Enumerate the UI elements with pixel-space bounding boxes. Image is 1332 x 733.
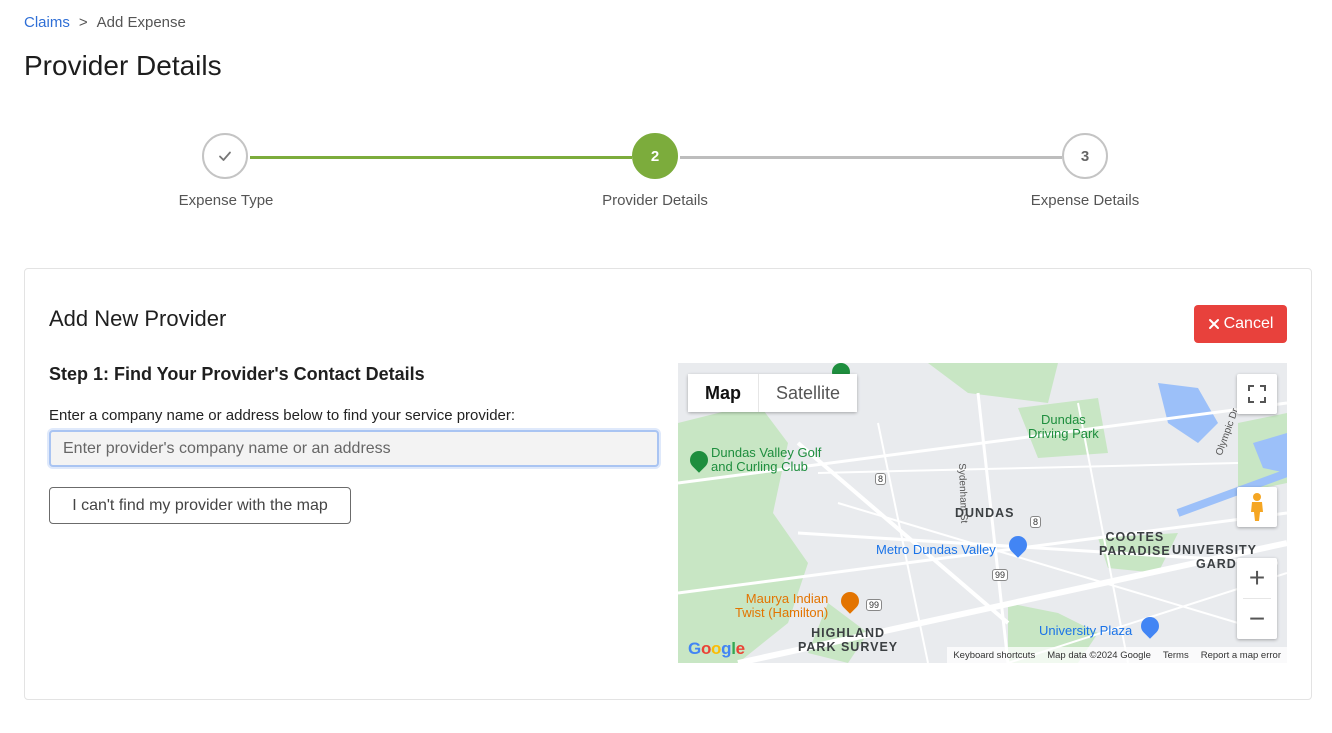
search-prompt: Enter a company name or address below to… — [49, 407, 516, 424]
map-type-control: Map Satellite — [688, 374, 858, 412]
map-type-map-button[interactable]: Map — [688, 374, 759, 412]
close-icon — [1208, 319, 1219, 329]
map-place-highland[interactable]: HIGHLAND — [798, 626, 898, 640]
zoom-out-button[interactable]: − — [1237, 599, 1277, 639]
map-place-cootes[interactable]: COOTES — [1099, 530, 1171, 544]
provider-search-input[interactable] — [49, 430, 659, 467]
terms-link[interactable]: Terms — [1163, 650, 1189, 661]
progress-stepper: 2 3 Expense Type Provider Details Expens… — [0, 130, 1332, 220]
step-2-label: Provider Details — [602, 192, 708, 209]
route-99-shield-west: 99 — [866, 599, 883, 611]
route-99-shield: 99 — [992, 569, 1009, 581]
step-1-circle — [202, 133, 248, 179]
map-road-sydenham: Sydenham St — [956, 463, 970, 524]
step-heading: Step 1: Find Your Provider's Contact Det… — [49, 364, 425, 384]
cant-find-provider-button[interactable]: I can't find my provider with the map — [49, 487, 351, 524]
map-place-highland-line2[interactable]: PARK SURVEY — [798, 640, 898, 654]
fullscreen-button[interactable] — [1237, 374, 1277, 414]
route-8-shield-east: 8 — [1030, 516, 1042, 528]
zoom-control: + − — [1237, 558, 1277, 639]
map-view[interactable]: Dundas Driving Park Dundas Valley Golf a… — [678, 363, 1287, 663]
street-view-button[interactable] — [1237, 487, 1277, 527]
add-provider-card: Add New Provider Cancel Step 1: Find You… — [24, 268, 1312, 700]
breadcrumb-claims-link[interactable]: Claims — [24, 14, 70, 31]
plus-icon: + — [1248, 562, 1266, 593]
map-place-golf-club[interactable]: Dundas Valley Golf — [711, 446, 821, 460]
map-place-university[interactable]: UNIVERSITY — [1172, 543, 1257, 557]
step-3-circle: 3 — [1062, 133, 1108, 179]
card-title: Add New Provider — [49, 306, 227, 331]
map-place-cootes-line2[interactable]: PARADISE — [1099, 544, 1171, 558]
map-type-satellite-button[interactable]: Satellite — [759, 374, 858, 412]
breadcrumb-current: Add Expense — [96, 14, 186, 31]
cancel-button[interactable]: Cancel — [1194, 305, 1287, 343]
route-8-shield: 8 — [875, 473, 887, 485]
zoom-in-button[interactable]: + — [1237, 558, 1277, 598]
map-place-university-plaza[interactable]: University Plaza — [1039, 624, 1132, 638]
map-place-metro[interactable]: Metro Dundas Valley — [876, 543, 996, 557]
keyboard-shortcuts-link[interactable]: Keyboard shortcuts — [953, 650, 1035, 661]
map-data-text: Map data ©2024 Google — [1047, 649, 1151, 661]
breadcrumb-separator: > — [78, 14, 88, 31]
cancel-button-label: Cancel — [1223, 315, 1274, 332]
checkmark-icon — [219, 151, 231, 161]
stepper-line-completed — [250, 156, 632, 159]
map-place-maurya[interactable]: Maurya Indian — [735, 592, 828, 606]
map-place-golf-club-line2[interactable]: and Curling Club — [711, 460, 821, 474]
google-logo[interactable]: Google — [688, 639, 745, 659]
step-1-label: Expense Type — [178, 192, 274, 209]
page-title: Provider Details — [24, 50, 222, 81]
step-3-label: Expense Details — [1030, 192, 1140, 209]
pegman-icon — [1251, 493, 1263, 521]
map-attribution: Keyboard shortcuts Map data ©2024 Google… — [947, 647, 1287, 663]
step-2-circle: 2 — [632, 133, 678, 179]
fullscreen-icon — [1248, 385, 1266, 403]
report-map-error-link[interactable]: Report a map error — [1201, 650, 1281, 661]
map-place-dundas-driving-park[interactable]: Dundas — [1028, 413, 1099, 427]
breadcrumb: Claims > Add Expense — [24, 14, 186, 31]
map-place-maurya-line2[interactable]: Twist (Hamilton) — [735, 606, 828, 620]
map-place-dundas-driving-park-line2[interactable]: Driving Park — [1028, 427, 1099, 441]
minus-icon: − — [1248, 603, 1266, 634]
stepper-line-pending — [680, 156, 1062, 159]
